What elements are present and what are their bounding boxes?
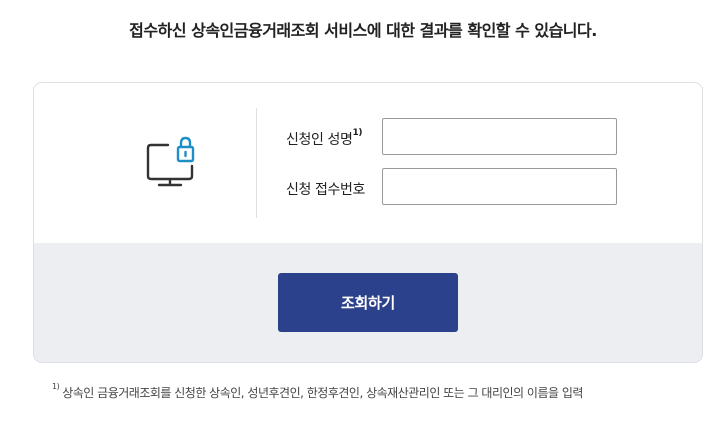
page-headline: 접수하신 상속인금융거래조회 서비스에 대한 결과를 확인할 수 있습니다. (129, 21, 597, 40)
footnote-mark: 1) (52, 382, 60, 391)
lookup-card: 신청인 성명1) 신청 접수번호 조회하기 (33, 82, 703, 363)
card-form-area: 신청인 성명1) 신청 접수번호 (34, 83, 702, 243)
applicant-name-label: 신청인 성명1) (286, 128, 363, 148)
receipt-number-input[interactable] (382, 168, 617, 205)
card-action-area: 조회하기 (34, 243, 702, 362)
receipt-number-label: 신청 접수번호 (286, 182, 365, 198)
vertical-divider (256, 108, 257, 218)
footnote: 1) 상속인 금융거래조회를 신청한 상속인, 성년후견인, 한정후견인, 상속재… (52, 382, 583, 401)
footnote-marker: 1) (352, 128, 363, 139)
lookup-button[interactable]: 조회하기 (278, 273, 458, 332)
monitor-lock-icon (144, 133, 198, 191)
footnote-text: 상속인 금융거래조회를 신청한 상속인, 성년후견인, 한정후견인, 상속재산관… (62, 386, 583, 400)
applicant-name-input[interactable] (382, 118, 617, 155)
